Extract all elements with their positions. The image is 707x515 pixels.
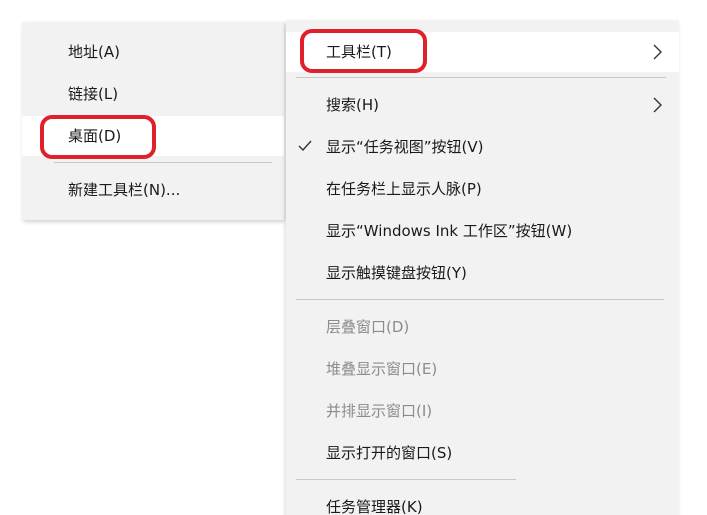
submenu-item-address[interactable]: 地址(A) [22, 32, 284, 72]
menu-item-label: 显示打开的窗口(S) [326, 444, 453, 462]
menu-item-show-touch-keyboard-button[interactable]: 显示触摸键盘按钮(Y) [286, 253, 679, 293]
chevron-right-icon [651, 85, 665, 125]
taskbar-context-menu: 工具栏(T) 搜索(H) 显示“任务视图”按钮(V) 在任务栏上显示人脉(P) … [286, 20, 679, 515]
menu-item-search[interactable]: 搜索(H) [286, 85, 679, 125]
submenu-item-links[interactable]: 链接(L) [22, 74, 284, 114]
menu-item-label: 并排显示窗口(I) [326, 402, 433, 420]
menu-separator [296, 479, 516, 480]
menu-item-stack-windows: 堆叠显示窗口(E) [286, 349, 679, 389]
submenu-item-label: 新建工具栏(N)... [68, 181, 181, 199]
checkmark-icon [298, 127, 314, 167]
menu-item-label: 堆叠显示窗口(E) [326, 360, 438, 378]
menu-item-label: 显示“任务视图”按钮(V) [326, 138, 484, 156]
menu-item-side-by-side-windows: 并排显示窗口(I) [286, 391, 679, 431]
menu-item-label: 任务管理器(K) [326, 498, 423, 515]
menu-item-show-open-windows[interactable]: 显示打开的窗口(S) [286, 433, 679, 473]
menu-item-task-manager[interactable]: 任务管理器(K) [286, 487, 679, 515]
menu-item-label: 显示“Windows Ink 工作区”按钮(W) [326, 222, 573, 240]
menu-item-label: 在任务栏上显示人脉(P) [326, 180, 482, 198]
menu-item-toolbars[interactable]: 工具栏(T) [286, 32, 679, 72]
submenu-item-label: 桌面(D) [68, 127, 122, 145]
submenu-item-label: 链接(L) [68, 85, 119, 103]
screenshot-stage: 地址(A) 链接(L) 桌面(D) 新建工具栏(N)... 工具栏(T) 搜索(… [0, 0, 707, 515]
submenu-item-label: 地址(A) [68, 43, 120, 61]
menu-item-label: 工具栏(T) [326, 43, 392, 61]
menu-item-show-task-view-button[interactable]: 显示“任务视图”按钮(V) [286, 127, 679, 167]
menu-item-show-windows-ink-button[interactable]: 显示“Windows Ink 工作区”按钮(W) [286, 211, 679, 251]
menu-item-label: 搜索(H) [326, 96, 379, 114]
submenu-item-desktop[interactable]: 桌面(D) [22, 116, 284, 156]
menu-separator [296, 299, 664, 300]
submenu-item-new-toolbar[interactable]: 新建工具栏(N)... [22, 170, 284, 210]
submenu-separator [54, 162, 272, 163]
toolbar-submenu: 地址(A) 链接(L) 桌面(D) 新建工具栏(N)... [22, 22, 284, 220]
menu-item-cascade-windows: 层叠窗口(D) [286, 307, 679, 347]
chevron-right-icon [651, 32, 665, 72]
menu-separator [296, 77, 666, 78]
menu-item-label: 显示触摸键盘按钮(Y) [326, 264, 467, 282]
menu-item-show-people[interactable]: 在任务栏上显示人脉(P) [286, 169, 679, 209]
menu-item-label: 层叠窗口(D) [326, 318, 410, 336]
